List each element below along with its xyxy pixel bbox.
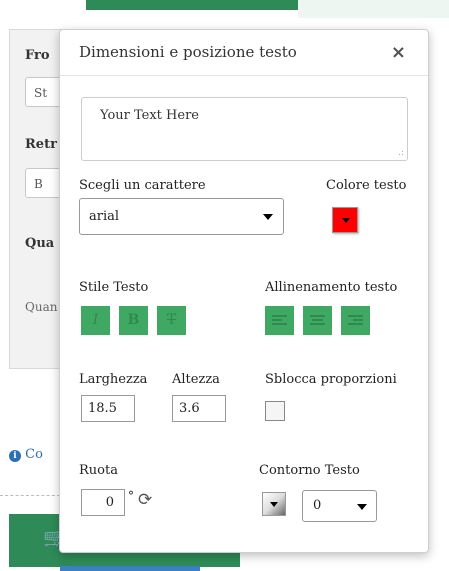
- align-left-button[interactable]: [265, 306, 294, 335]
- chevron-down-icon: [357, 504, 367, 510]
- outline-label: Contorno Testo: [259, 463, 360, 478]
- align-center-button[interactable]: [303, 306, 332, 335]
- bg-info-text: Co: [25, 447, 43, 462]
- rotation-input[interactable]: 0: [81, 489, 125, 516]
- bg-info-link[interactable]: i Co: [9, 447, 43, 462]
- degree-symbol: °: [128, 489, 134, 503]
- width-input[interactable]: 18.5: [81, 395, 135, 422]
- strikethrough-button[interactable]: T: [157, 306, 186, 335]
- bg-label-back: Retr: [25, 137, 57, 152]
- dialog-header: Dimensioni e posizione testo ×: [60, 30, 428, 76]
- bg-divider: [0, 495, 60, 496]
- italic-button[interactable]: I: [81, 306, 110, 335]
- font-label: Scegli un carattere: [79, 178, 206, 193]
- info-icon: i: [9, 450, 21, 462]
- align-center-icon: [310, 313, 325, 327]
- bold-button[interactable]: B: [119, 306, 148, 335]
- unlock-ratio-checkbox[interactable]: [265, 401, 285, 421]
- text-input[interactable]: Your Text Here .:: [81, 97, 408, 161]
- height-label: Altezza: [172, 372, 220, 387]
- bg-label-front: Fro: [25, 48, 50, 63]
- top-green-bar: [86, 0, 298, 10]
- bg-label-quantity: Qua: [25, 236, 55, 251]
- top-right-strip: [298, 0, 449, 18]
- alignment-label: Allinenamento testo: [265, 280, 398, 295]
- bg-blue-bar: [60, 566, 200, 571]
- chevron-down-icon: [263, 214, 273, 220]
- dialog-title: Dimensioni e posizione testo: [79, 43, 297, 61]
- font-select[interactable]: arial: [79, 198, 284, 235]
- rotation-label: Ruota: [79, 463, 118, 478]
- rotate-icon[interactable]: ⟳: [138, 490, 152, 510]
- width-label: Larghezza: [79, 372, 148, 387]
- align-right-button[interactable]: [341, 306, 370, 335]
- align-right-icon: [348, 313, 363, 327]
- resize-grip-icon[interactable]: .:: [398, 148, 404, 158]
- text-color-label: Colore testo: [326, 178, 407, 193]
- bg-quantity-text: Quan: [25, 300, 58, 314]
- text-input-value: Your Text Here: [100, 108, 199, 123]
- align-left-icon: [272, 313, 287, 327]
- height-input[interactable]: 3.6: [172, 395, 226, 422]
- text-color-picker[interactable]: [332, 207, 358, 233]
- outline-color-dropdown-icon: [270, 502, 278, 507]
- font-select-value: arial: [89, 209, 120, 224]
- outline-color-picker[interactable]: [262, 492, 286, 516]
- color-dropdown-icon: [342, 218, 350, 223]
- outline-width-select[interactable]: 0: [302, 490, 377, 522]
- outline-select-value: 0: [313, 498, 322, 513]
- unlock-ratio-label: Sblocca proporzioni: [265, 372, 397, 387]
- close-button[interactable]: ×: [391, 42, 406, 63]
- text-style-label: Stile Testo: [79, 280, 149, 295]
- text-dimensions-dialog: Dimensioni e posizione testo × Your Text…: [59, 29, 429, 553]
